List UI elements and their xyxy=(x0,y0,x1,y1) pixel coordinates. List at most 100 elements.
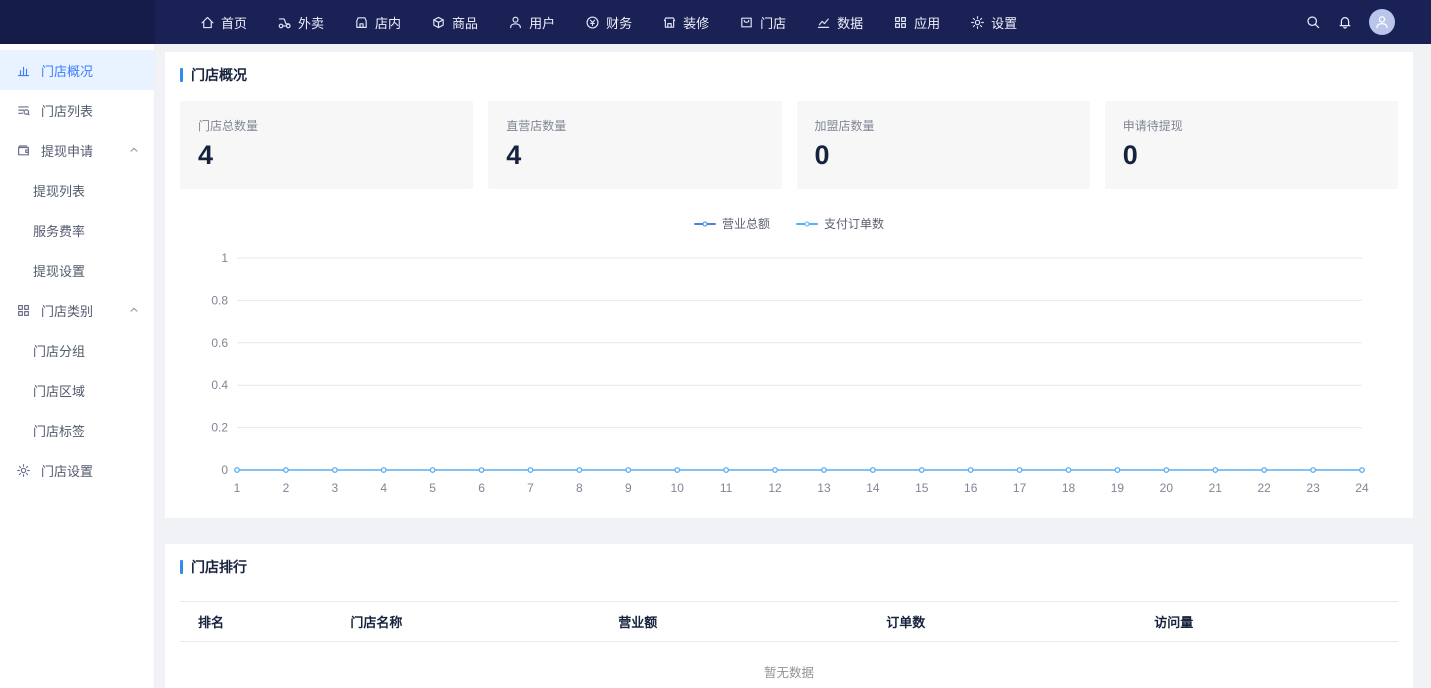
title-accent-bar xyxy=(180,68,183,82)
top-nav-instore[interactable]: 店内 xyxy=(354,0,401,44)
sidebar-subitem-store-region[interactable]: 门店区域 xyxy=(0,370,154,410)
legend-item-paid-orders[interactable]: 支付订单数 xyxy=(796,215,884,232)
top-nav-finance[interactable]: 财务 xyxy=(585,0,632,44)
stat-label: 申请待提现 xyxy=(1123,117,1380,134)
sidebar-subitem-label: 门店区域 xyxy=(33,381,85,400)
svg-text:2: 2 xyxy=(283,481,290,495)
top-nav-label: 财务 xyxy=(606,13,632,32)
svg-text:9: 9 xyxy=(625,481,632,495)
finance-icon xyxy=(585,15,600,30)
sidebar-subitem-store-group[interactable]: 门店分组 xyxy=(0,330,154,370)
sidebar-item-overview[interactable]: 门店概况 xyxy=(0,50,154,90)
ranking-column-4: 访问量 xyxy=(1142,602,1398,642)
sidebar-subitem-withdraw-setting[interactable]: 提现设置 xyxy=(0,250,154,290)
data-icon xyxy=(816,15,831,30)
legend-line-marker-icon xyxy=(796,223,818,225)
legend-label: 营业总额 xyxy=(722,215,770,232)
top-nav-takeout[interactable]: 外卖 xyxy=(277,0,324,44)
svg-text:15: 15 xyxy=(915,481,929,495)
top-nav-store[interactable]: 门店 xyxy=(739,0,786,44)
sidebar-subitem-label: 服务费率 xyxy=(33,221,85,240)
sidebar-subitem-service-rate[interactable]: 服务费率 xyxy=(0,210,154,250)
top-nav-user[interactable]: 用户 xyxy=(508,0,555,44)
grid-icon xyxy=(16,303,31,318)
svg-text:21: 21 xyxy=(1209,481,1223,495)
stat-card-pending-withdraw: 申请待提现 0 xyxy=(1105,101,1398,189)
search-icon[interactable] xyxy=(1305,14,1321,30)
page-title: 门店概况 xyxy=(191,65,247,85)
sidebar: 门店概况门店列表提现申请提现列表服务费率提现设置门店类别门店分组门店区域门店标签… xyxy=(0,44,155,688)
main-content: 门店概况 门店总数量4直营店数量4加盟店数量0申请待提现0 营业总额支付订单数 … xyxy=(155,44,1431,688)
sidebar-subitem-label: 门店标签 xyxy=(33,421,85,440)
stat-value: 4 xyxy=(198,140,455,171)
svg-text:20: 20 xyxy=(1160,481,1174,495)
sidebar-item-label: 门店列表 xyxy=(41,101,93,120)
svg-text:1: 1 xyxy=(221,251,228,265)
top-nav-data[interactable]: 数据 xyxy=(816,0,863,44)
stat-value: 4 xyxy=(506,140,763,171)
ranking-empty-row: 暂无数据 xyxy=(180,642,1398,688)
top-nav-apps[interactable]: 应用 xyxy=(893,0,940,44)
ranking-column-3: 订单数 xyxy=(874,602,1142,642)
sidebar-item-withdraw[interactable]: 提现申请 xyxy=(0,130,154,170)
top-nav-home[interactable]: 首页 xyxy=(200,0,247,44)
svg-text:17: 17 xyxy=(1013,481,1027,495)
settings-icon xyxy=(970,15,985,30)
bell-icon[interactable] xyxy=(1337,14,1353,30)
legend-label: 支付订单数 xyxy=(824,215,884,232)
svg-text:22: 22 xyxy=(1257,481,1271,495)
sidebar-item-store-setting[interactable]: 门店设置 xyxy=(0,450,154,490)
sidebar-subitem-label: 门店分组 xyxy=(33,341,85,360)
sidebar-item-category[interactable]: 门店类别 xyxy=(0,290,154,330)
ranking-column-2: 营业额 xyxy=(606,602,874,642)
stat-cards: 门店总数量4直营店数量4加盟店数量0申请待提现0 xyxy=(180,101,1398,189)
sidebar-subitem-label: 提现设置 xyxy=(33,261,85,280)
top-nav: 首页 外卖 店内 商品 用户 财务 装修 门店数据 应用 设置 xyxy=(200,0,1017,44)
list-search-icon xyxy=(16,103,31,118)
decorate-icon xyxy=(662,15,677,30)
svg-text:11: 11 xyxy=(720,481,733,495)
sidebar-subitem-withdraw-list[interactable]: 提现列表 xyxy=(0,170,154,210)
gear-icon xyxy=(16,463,31,478)
svg-text:19: 19 xyxy=(1111,481,1125,495)
svg-text:7: 7 xyxy=(527,481,534,495)
svg-text:0: 0 xyxy=(221,463,228,477)
ranking-panel: 门店排行 排名门店名称营业额订单数访问量 暂无数据 xyxy=(165,544,1413,688)
legend-line-marker-icon xyxy=(694,223,716,225)
top-nav-label: 应用 xyxy=(914,13,940,32)
svg-text:1: 1 xyxy=(234,481,241,495)
svg-text:24: 24 xyxy=(1355,481,1369,495)
sidebar-item-store-list[interactable]: 门店列表 xyxy=(0,90,154,130)
top-nav-label: 商品 xyxy=(452,13,478,32)
top-nav-goods[interactable]: 商品 xyxy=(431,0,478,44)
svg-text:18: 18 xyxy=(1062,481,1076,495)
legend-item-revenue[interactable]: 营业总额 xyxy=(694,215,770,232)
top-nav-label: 外卖 xyxy=(298,13,324,32)
top-nav-label: 装修 xyxy=(683,13,709,32)
logo-area xyxy=(0,0,155,44)
svg-text:3: 3 xyxy=(331,481,338,495)
ranking-table: 排名门店名称营业额订单数访问量 暂无数据 xyxy=(180,601,1398,688)
home-icon xyxy=(200,15,215,30)
ranking-header-row: 排名门店名称营业额订单数访问量 xyxy=(180,602,1398,642)
stat-value: 0 xyxy=(815,140,1072,171)
top-nav-decorate[interactable]: 装修 xyxy=(662,0,709,44)
user-icon xyxy=(508,15,523,30)
svg-text:0.6: 0.6 xyxy=(211,336,228,350)
svg-text:0.2: 0.2 xyxy=(211,421,228,435)
stat-label: 加盟店数量 xyxy=(815,117,1072,134)
svg-text:5: 5 xyxy=(429,481,436,495)
stat-value: 0 xyxy=(1123,140,1380,171)
top-nav-label: 首页 xyxy=(221,13,247,32)
line-chart: 00.20.40.60.8112345678910111213141516171… xyxy=(180,246,1398,498)
svg-text:8: 8 xyxy=(576,481,583,495)
chart-legend: 营业总额 支付订单数 xyxy=(180,215,1398,232)
sidebar-subitem-store-tag[interactable]: 门店标签 xyxy=(0,410,154,450)
ranking-title: 门店排行 xyxy=(191,557,247,577)
ranking-column-0: 排名 xyxy=(180,602,338,642)
top-nav-settings[interactable]: 设置 xyxy=(970,0,1017,44)
wallet-icon xyxy=(16,143,31,158)
svg-text:0.8: 0.8 xyxy=(211,293,228,307)
sidebar-item-label: 提现申请 xyxy=(41,141,93,160)
avatar[interactable] xyxy=(1369,9,1395,35)
